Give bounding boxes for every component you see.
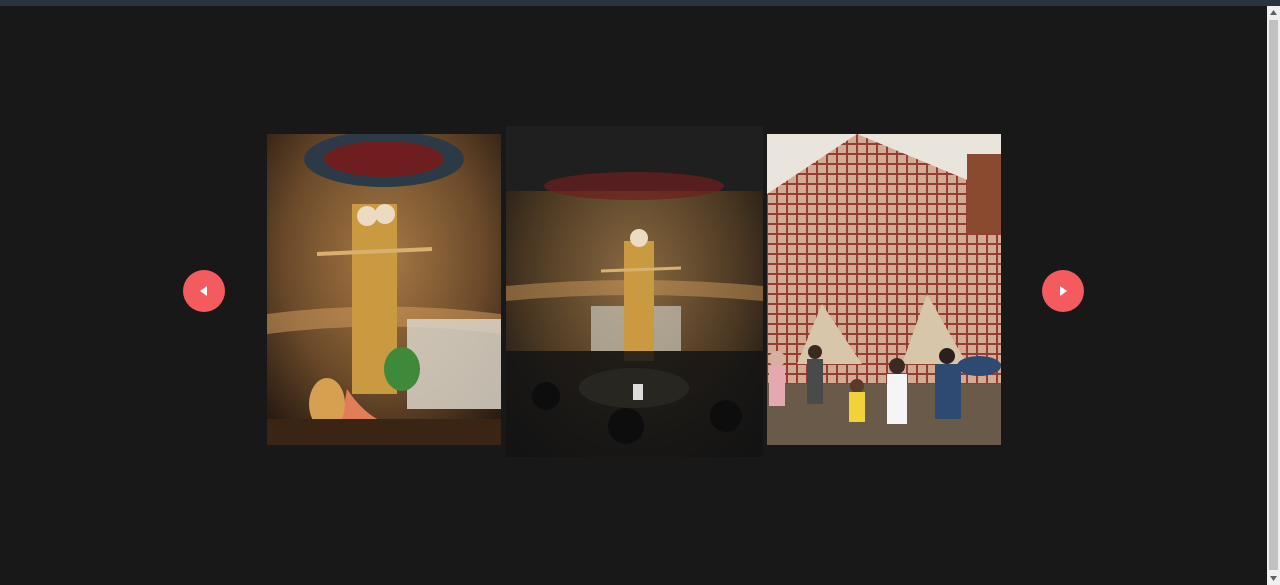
carousel-slide-3[interactable] <box>767 134 1001 445</box>
slide-1-image <box>267 134 501 445</box>
triangle-right-icon <box>1060 286 1067 296</box>
triangle-left-icon <box>200 286 207 296</box>
scrollbar-thumb[interactable] <box>1269 20 1278 570</box>
carousel-prev-button[interactable] <box>183 270 225 312</box>
slide-3-image <box>767 134 1001 445</box>
scroll-up-arrow-icon[interactable] <box>1267 6 1280 19</box>
carousel-slide-2[interactable] <box>506 126 763 457</box>
carousel-slide-1[interactable] <box>267 134 501 445</box>
vertical-scrollbar[interactable] <box>1267 6 1280 585</box>
slide-2-image <box>506 126 763 457</box>
carousel-next-button[interactable] <box>1042 270 1084 312</box>
scroll-down-arrow-icon[interactable] <box>1267 572 1280 585</box>
